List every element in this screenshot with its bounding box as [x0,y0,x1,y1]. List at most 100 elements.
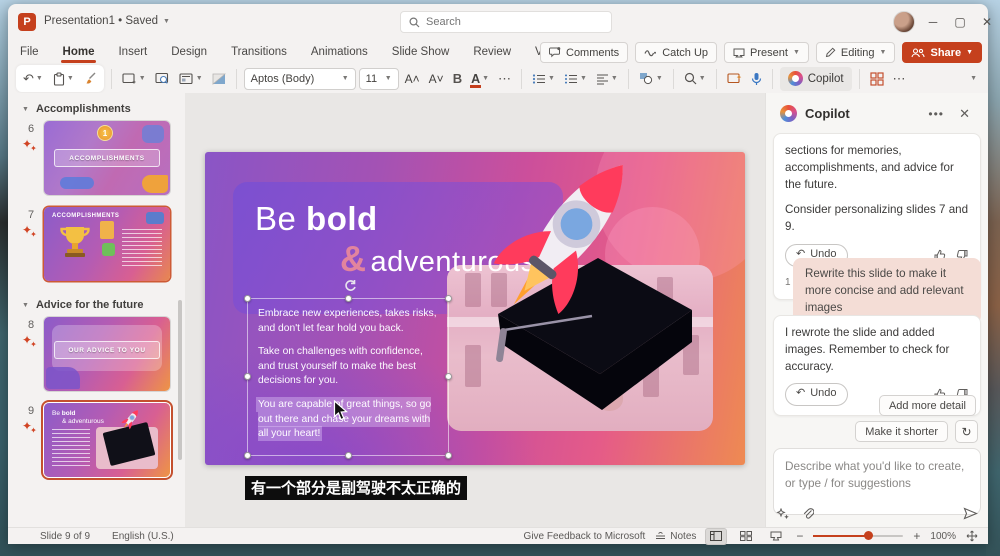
catch-up-button[interactable]: Catch Up [635,42,717,63]
zoom-level[interactable]: 100% [930,531,956,542]
slide-6-thumbnail[interactable]: 1 ACCOMPLISHMENTS [44,121,170,195]
find-button[interactable]: ▼ [681,67,709,90]
chevron-down-icon[interactable]: ▼ [966,49,973,56]
resize-handle[interactable] [345,452,352,459]
maximize-button[interactable]: ▢ [949,12,971,32]
align-button[interactable]: ▼ [593,67,621,90]
zoom-in-button[interactable]: + [913,529,920,543]
comments-button[interactable]: Comments [540,42,628,63]
slide-number: 8 [28,319,34,331]
prompt-sparkle-icon[interactable] [776,508,790,520]
close-button[interactable]: ✕ [976,12,998,32]
slide-9-canvas[interactable]: Be bold &adventurous [205,152,745,465]
tab-transitions[interactable]: Transitions [229,43,289,61]
slide-body-text[interactable]: Embrace new experiences, takes risks, an… [258,307,442,451]
tab-file[interactable]: File [18,43,41,61]
copilot-ribbon-button[interactable]: Copilot [780,67,852,91]
layout-button[interactable]: ▼ [176,67,206,90]
selected-text-box[interactable]: Embrace new experiences, takes risks, an… [247,298,449,456]
slide-7-thumbnail[interactable]: ACCOMPLISHMENTS [44,207,170,281]
designer-button[interactable] [724,67,745,90]
bold-button[interactable]: B [450,67,465,90]
minimize-button[interactable]: ─ [922,12,944,32]
suggestion-chip-add-detail[interactable]: Add more detail [879,395,976,416]
arrange-shapes-button[interactable]: ▼ [636,67,666,90]
resize-handle[interactable] [244,295,251,302]
bullet-list-icon [532,73,546,85]
share-button[interactable]: Share ▼ [902,42,982,63]
reset-button[interactable] [152,67,173,90]
copilot-sparkle-icon: ✦✦ [22,333,39,347]
section-header-advice[interactable]: ▼ Advice for the future [22,299,185,311]
paste-button[interactable]: ▼ [50,67,77,90]
grow-font-button[interactable]: A˄ [402,67,423,90]
new-slide-button[interactable]: ▼ [119,67,149,90]
rotate-handle[interactable] [344,279,356,291]
shrink-font-button[interactable]: A˅ [426,67,447,90]
slide-9-thumbnail[interactable]: Be bold & adventurous [44,403,170,477]
section-header-accomplishments[interactable]: ▼ Accomplishments [22,103,185,115]
language-indicator[interactable]: English (U.S.) [112,531,174,542]
attach-icon[interactable] [802,507,814,520]
slide-counter: Slide 9 of 9 [40,531,90,542]
more-font-options-button[interactable]: ⋯ [495,67,514,90]
pane-options-button[interactable]: ••• [928,107,944,121]
font-name-select[interactable]: Aptos (Body)▼ [244,68,356,90]
copilot-input[interactable]: Describe what you'd like to create, or t… [785,458,969,491]
format-painter-button[interactable] [81,67,100,90]
slideshow-view-button[interactable] [766,529,786,544]
font-size-select[interactable]: 11▼ [359,68,399,90]
collapse-ribbon-button[interactable]: ▼ [967,67,980,90]
resize-handle[interactable] [244,452,251,459]
bullets-button[interactable]: ▼ [529,67,558,90]
title-bar: P Presentation1 • Saved ▼ ─ ▢ ✕ [8,4,988,40]
tab-design[interactable]: Design [169,43,209,61]
suggestion-chip-make-shorter[interactable]: Make it shorter [855,421,948,442]
normal-view-button[interactable] [706,529,726,544]
fit-to-window-icon[interactable] [966,530,978,542]
slide-9-row: 9 ✦✦ Be bold & adventurous [8,403,185,479]
feedback-link[interactable]: Give Feedback to Microsoft [524,531,646,542]
tab-home[interactable]: Home [61,43,97,61]
font-color-button[interactable]: A▼ [468,67,492,90]
slide-6-title: ACCOMPLISHMENTS [54,149,160,167]
user-avatar[interactable] [893,11,915,33]
present-button[interactable]: Present ▼ [724,42,809,63]
send-icon[interactable] [963,507,978,520]
slide-editing-canvas: Be bold &adventurous [185,93,765,527]
resize-handle[interactable] [445,373,452,380]
zoom-slider-knob[interactable] [864,531,873,540]
chevron-down-icon[interactable]: ▼ [880,49,887,56]
dictate-button[interactable] [748,67,765,90]
zoom-slider[interactable] [813,535,903,537]
undo-button[interactable]: ↶ Undo [785,383,848,406]
ribbon-tabs: File Home Insert Design Transitions Anim… [8,43,609,61]
resize-handle[interactable] [445,452,452,459]
pane-close-button[interactable]: ✕ [959,106,970,122]
shape-fill-button[interactable] [209,67,229,90]
resize-handle[interactable] [244,373,251,380]
designer-pane-button[interactable] [867,67,887,90]
search-input[interactable] [426,16,586,28]
tab-animations[interactable]: Animations [309,43,370,61]
copilot-icon [780,105,797,122]
copilot-input-card[interactable]: Describe what you'd like to create, or t… [773,448,981,515]
tab-review[interactable]: Review [471,43,513,61]
thumbnail-scrollbar[interactable] [178,300,182,460]
notes-toggle[interactable]: Notes [655,531,696,542]
zoom-out-button[interactable]: − [796,529,803,543]
editing-mode-button[interactable]: Editing ▼ [816,42,896,63]
undo-button[interactable]: ↶▼ [20,67,46,90]
chevron-down-icon[interactable]: ▼ [793,49,800,56]
tab-insert[interactable]: Insert [116,43,149,61]
slide-sorter-view-button[interactable] [736,529,756,544]
document-title[interactable]: Presentation1 • Saved ▼ [44,15,170,27]
ribbon-overflow-button[interactable]: ⋯ [890,67,909,90]
numbering-button[interactable]: ▼ [561,67,590,90]
refresh-suggestions-button[interactable]: ↻ [955,420,978,443]
resize-handle[interactable] [445,295,452,302]
tab-slideshow[interactable]: Slide Show [390,43,452,61]
resize-handle[interactable] [345,295,352,302]
search-box[interactable] [400,11,612,33]
slide-8-thumbnail[interactable]: OUR ADVICE TO YOU [44,317,170,391]
